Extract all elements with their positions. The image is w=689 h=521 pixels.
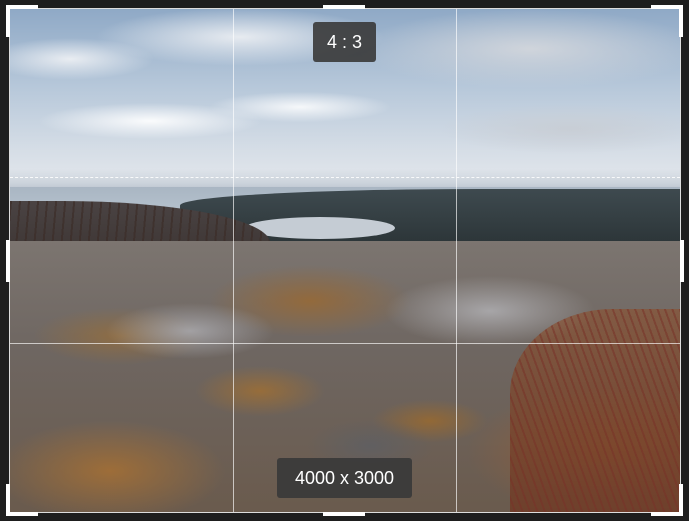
crop-handle-right[interactable]: [680, 240, 684, 282]
crop-image-area[interactable]: [9, 8, 681, 513]
crop-handle-top-left[interactable]: [6, 5, 38, 37]
crop-handle-left[interactable]: [6, 240, 10, 282]
grid-line-vertical-1: [233, 9, 234, 512]
dimensions-badge: 4000 x 3000: [277, 458, 412, 498]
crop-handle-top[interactable]: [323, 5, 365, 9]
grid-line-horizontal-2: [10, 343, 680, 344]
crop-handle-top-right[interactable]: [651, 5, 683, 37]
crop-handle-bottom-left[interactable]: [6, 484, 38, 516]
crop-handle-bottom-right[interactable]: [651, 484, 683, 516]
grid-line-horizontal-1: [10, 177, 680, 178]
grid-line-vertical-2: [456, 9, 457, 512]
aspect-ratio-badge: 4 : 3: [313, 22, 376, 62]
crop-handle-bottom[interactable]: [323, 512, 365, 516]
photo-shrubs: [510, 309, 680, 512]
